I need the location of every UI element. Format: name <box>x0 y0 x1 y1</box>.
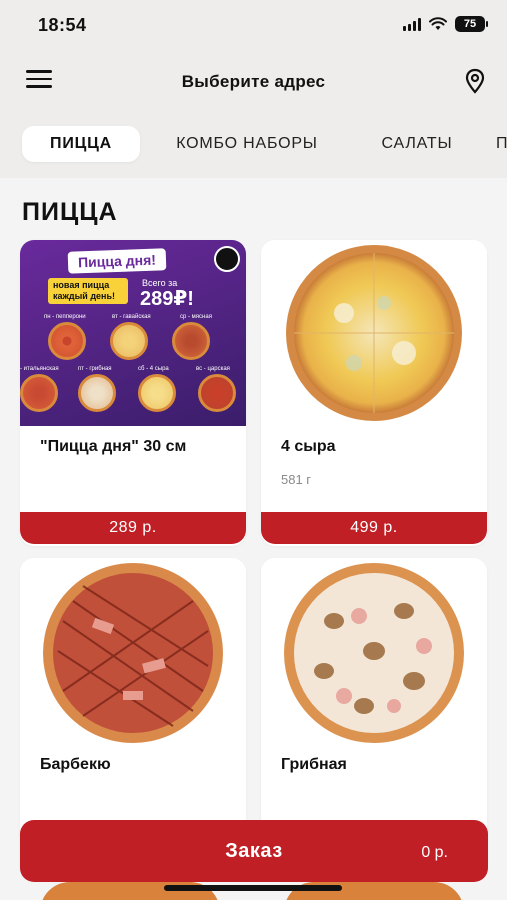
product-name: Барбекю <box>40 756 111 773</box>
product-weight: 581 г <box>281 472 312 487</box>
promo-day-label: ср - мясная <box>180 314 212 320</box>
promo-image: Пицца дня! новая пицца каждый день! Всег… <box>20 240 246 426</box>
meat-pizza-icon <box>172 322 210 360</box>
battery-icon: 75 <box>455 16 488 32</box>
order-button[interactable]: Заказ 0 р. <box>20 820 488 882</box>
tab-next[interactable]: П <box>496 126 507 162</box>
four-cheese-pizza-icon <box>138 374 176 412</box>
mushroom-pizza-image <box>284 562 464 743</box>
promo-day-label: вс - царская <box>196 366 230 372</box>
promo-price: 289₽! <box>140 288 194 310</box>
pepperoni-pizza-icon <box>48 322 86 360</box>
price-button[interactable]: 499 р. <box>261 512 487 544</box>
hawaiian-pizza-icon <box>110 322 148 360</box>
product-card-four-cheese[interactable]: 4 сыра 581 г 499 р. <box>261 240 487 546</box>
product-name: Грибная <box>281 756 347 773</box>
product-name: 4 сыра <box>281 438 336 455</box>
mushroom-pizza-icon <box>78 374 116 412</box>
price-button[interactable]: 289 р. <box>20 512 246 544</box>
order-label: Заказ <box>225 840 283 862</box>
status-bar: 18:54 75 <box>0 0 507 50</box>
product-name: "Пицца дня" 30 см <box>40 438 187 455</box>
barbecue-pizza-image <box>43 562 223 743</box>
section-title: ПИЦЦА <box>22 198 118 226</box>
promo-title: Пицца дня! <box>67 248 167 274</box>
brand-logo <box>214 246 240 272</box>
tsarskaya-pizza-icon <box>198 374 236 412</box>
app-header: Выберите адрес <box>0 50 507 110</box>
order-total: 0 р. <box>421 844 448 861</box>
product-list: ПИЦЦА Пицца дня! новая пицца каждый день… <box>0 178 507 900</box>
promo-day-label: - итальянская <box>20 366 59 372</box>
status-icons: 75 <box>403 16 488 32</box>
promo-badge: новая пицца каждый день! <box>48 278 128 304</box>
tab-salads[interactable]: САЛАТЫ <box>364 126 470 162</box>
cellular-signal-icon <box>403 17 421 31</box>
product-image <box>20 558 246 748</box>
promo-day-label: вт - гавайская <box>112 314 151 320</box>
promo-day-label: пт - грибная <box>78 366 112 372</box>
promo-day-label: пн - пепперони <box>44 314 86 320</box>
tab-combo[interactable]: КОМБО НАБОРЫ <box>158 126 336 162</box>
address-selector[interactable]: Выберите адрес <box>0 72 507 92</box>
four-cheese-pizza-image <box>286 245 462 421</box>
home-indicator[interactable] <box>164 885 342 891</box>
tab-pizza[interactable]: ПИЦЦА <box>22 126 140 162</box>
status-time: 18:54 <box>38 15 87 35</box>
wifi-icon <box>429 17 447 30</box>
category-tabs: ПИЦЦА КОМБО НАБОРЫ САЛАТЫ П <box>0 110 507 178</box>
product-card-pizza-of-day[interactable]: Пицца дня! новая пицца каждый день! Всег… <box>20 240 246 546</box>
product-image <box>261 240 487 426</box>
promo-day-label: сб - 4 сыра <box>138 366 169 372</box>
product-image <box>261 558 487 748</box>
location-pin-icon[interactable] <box>463 68 487 94</box>
italian-pizza-icon <box>20 374 58 412</box>
